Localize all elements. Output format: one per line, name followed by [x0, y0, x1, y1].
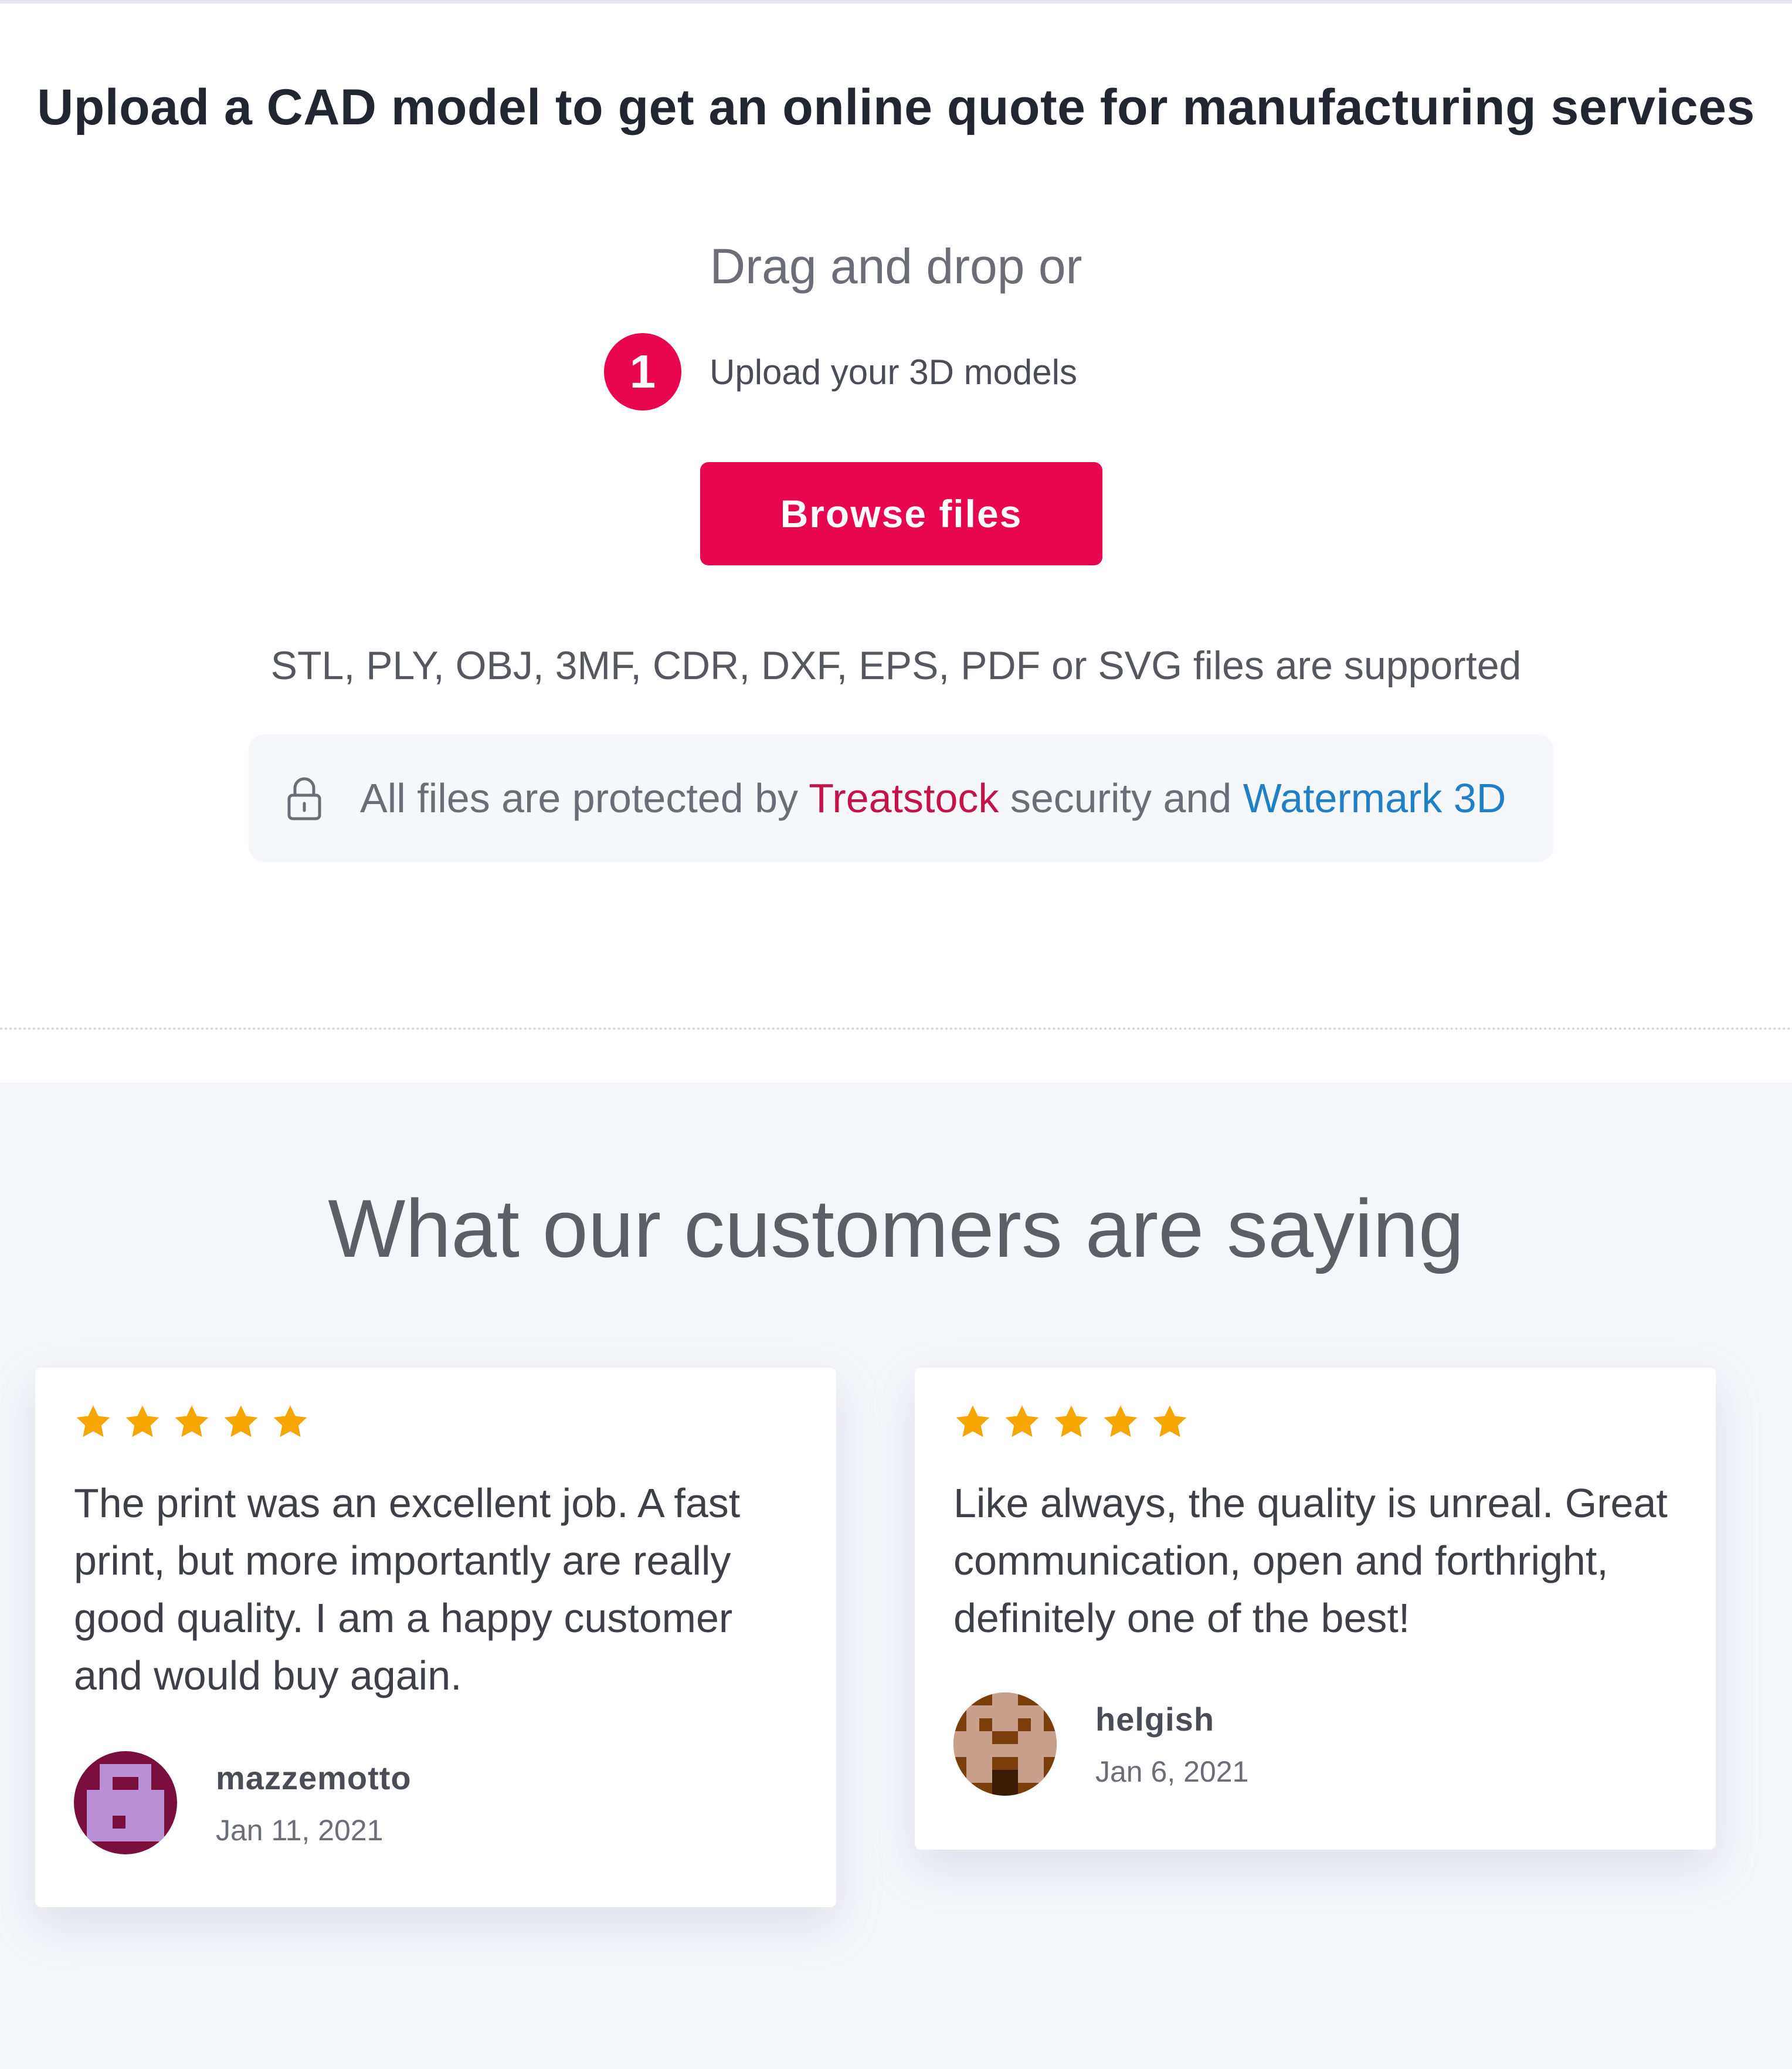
step-label: Upload your 3D models [710, 352, 1077, 392]
step-number-badge: 1 [604, 333, 681, 411]
watermark-3d-link[interactable]: Watermark 3D [1243, 775, 1506, 821]
review-date: Jan 11, 2021 [216, 1813, 383, 1847]
step-indicator: 1 Upload your 3D models [604, 333, 1077, 411]
star-icon [1104, 1405, 1138, 1437]
review-text: The print was an excellent job. A fast p… [74, 1480, 741, 1698]
star-rating [74, 1403, 797, 1441]
star-icon [125, 1405, 159, 1437]
browse-files-button[interactable]: Browse files [700, 462, 1102, 565]
star-icon [1005, 1405, 1039, 1437]
avatar[interactable] [74, 1751, 177, 1854]
reviews-title: What our customers are saying [328, 1182, 1464, 1274]
author-name[interactable]: mazzemotto [216, 1759, 412, 1797]
supported-formats-text: STL, PLY, OBJ, 3MF, CDR, DXF, EPS, PDF o… [270, 643, 1522, 688]
upload-section: Upload a CAD model to get an online quot… [0, 4, 1792, 1026]
star-icon [1054, 1405, 1088, 1437]
reviews-section: What our customers are saying The print … [0, 1083, 1792, 2069]
review-author: mazzemotto Jan 11, 2021 [74, 1751, 412, 1854]
star-icon [273, 1405, 307, 1437]
review-card: The print was an excellent job. A fast p… [35, 1368, 836, 1907]
section-divider [0, 1027, 1792, 1030]
security-middle: security and [999, 775, 1243, 821]
review-date: Jan 6, 2021 [1095, 1755, 1249, 1788]
star-icon [224, 1405, 258, 1437]
star-icon [1153, 1405, 1187, 1437]
avatar[interactable] [953, 1692, 1057, 1796]
lock-icon [287, 777, 321, 820]
treatstock-link[interactable]: Treatstock [809, 775, 999, 821]
security-prefix: All files are protected by [360, 775, 809, 821]
security-text: All files are protected by Treatstock se… [360, 775, 1506, 822]
review-text: Like always, the quality is unreal. Grea… [953, 1480, 1668, 1641]
drag-drop-text: Drag and drop or [710, 239, 1082, 294]
author-name[interactable]: helgish [1095, 1700, 1248, 1738]
security-notice: All files are protected by Treatstock se… [249, 734, 1554, 862]
star-icon [956, 1405, 990, 1437]
page-title: Upload a CAD model to get an online quot… [37, 79, 1755, 135]
review-author: helgish Jan 6, 2021 [953, 1692, 1248, 1796]
star-icon [175, 1405, 209, 1437]
star-rating [953, 1403, 1677, 1441]
review-card: Like always, the quality is unreal. Grea… [915, 1368, 1716, 1850]
star-icon [76, 1405, 110, 1437]
